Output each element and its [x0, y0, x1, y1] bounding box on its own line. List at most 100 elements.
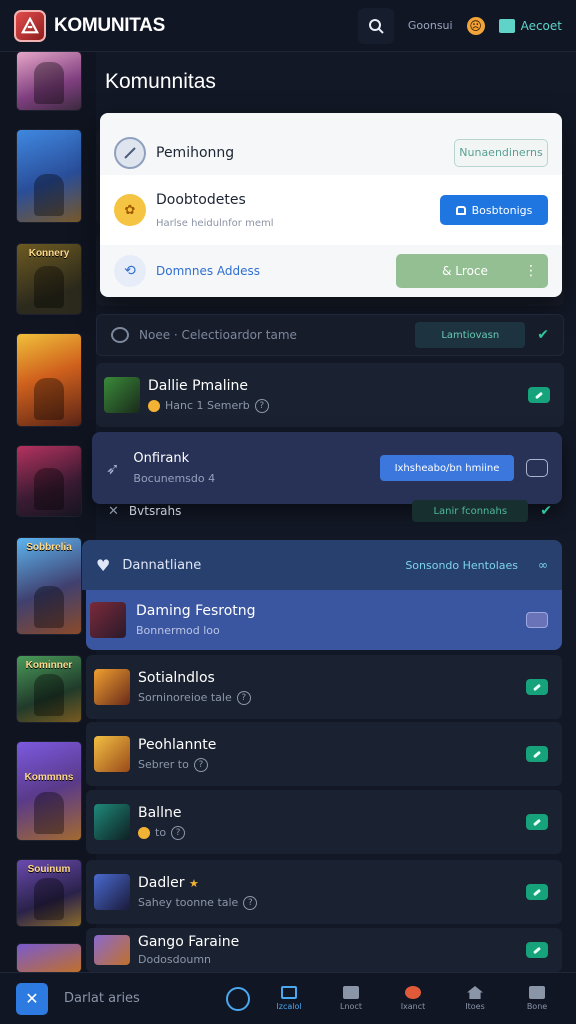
bottom-search[interactable]: Darlat aries: [64, 991, 140, 1006]
info-icon: ?: [171, 825, 186, 840]
account-label: Aecoet: [520, 18, 562, 33]
game-thumbnail[interactable]: Souinum: [17, 860, 81, 926]
list-item-subtitle: Bonnermod loo: [136, 624, 220, 637]
list-item[interactable]: Peohlannte Sebrer to?: [86, 722, 562, 786]
nav-item-izcalol[interactable]: Izcalol: [266, 986, 312, 1011]
search-button[interactable]: [357, 7, 394, 44]
send-icon: ➶: [106, 458, 120, 478]
dropdown-toggle[interactable]: [526, 459, 548, 477]
extra-row-button[interactable]: Lanir fconnahs: [412, 500, 529, 522]
app-logo-icon[interactable]: [14, 9, 46, 42]
panel-action-button[interactable]: Nunaendinerns: [454, 138, 548, 167]
apps-icon[interactable]: ✕: [16, 982, 48, 1015]
list-item-title: Daming Fesrotng: [136, 603, 256, 619]
panel-item-title: Domnnes Addess: [156, 264, 261, 278]
list-item[interactable]: Dadler ★ Sahey toonne tale?: [86, 860, 562, 924]
game-thumbnail[interactable]: Konnery: [17, 244, 81, 314]
game-thumbnail[interactable]: Kominner: [17, 656, 81, 722]
game-icon: [104, 377, 140, 413]
options-panel: Pemihonng Nunaendinerns ✿ Doobtodetes Ha…: [100, 113, 562, 297]
nav-label: Bone: [526, 1002, 548, 1011]
game-icon: [94, 874, 130, 910]
game-thumbnail[interactable]: [17, 130, 81, 222]
infinity-icon[interactable]: ∞: [538, 558, 548, 572]
list-item-subtitle: Sorninoreioe tale: [138, 691, 232, 704]
panel-item-subtitle: Harlse heidulnfor meml: [156, 217, 274, 229]
check-icon[interactable]: ✔: [537, 327, 549, 343]
game-icon: [90, 602, 126, 638]
list-item[interactable]: Ballne to?: [86, 790, 562, 854]
popup-subtitle: Bocunemsdo 4: [133, 472, 216, 485]
section-header[interactable]: ♥ Dannatliane Sonsondo Hentolaes ∞: [82, 540, 562, 590]
nav-item-itoes[interactable]: Itoes: [452, 986, 498, 1011]
edit-badge[interactable]: [528, 387, 550, 403]
edit-badge[interactable]: [526, 612, 548, 628]
panel-item-pemihonng[interactable]: Pemihonng Nunaendinerns: [100, 125, 562, 181]
more-vertical-icon[interactable]: ⋮: [524, 263, 538, 279]
edit-badge[interactable]: [526, 746, 548, 762]
store-icon: [529, 986, 545, 999]
check-icon[interactable]: ✔: [540, 503, 552, 519]
panel-item-domnnes[interactable]: ⟲ Domnnes Addess & Lroce ⋮: [100, 245, 562, 297]
panel-item-title: Pemihonng: [156, 144, 235, 161]
nav-item-ixanct[interactable]: Ixanct: [390, 986, 436, 1011]
list-item[interactable]: Dallie Pmaline Hanc 1 Semerb?: [96, 363, 564, 427]
info-icon: ?: [243, 895, 258, 910]
lock-icon: [455, 205, 466, 215]
info-icon: ?: [254, 398, 269, 413]
game-thumbnail[interactable]: [17, 944, 81, 972]
filter-label: Noee · Celectioardor tame: [139, 328, 297, 342]
chart-icon: [343, 986, 359, 999]
edit-badge[interactable]: [526, 884, 548, 900]
game-icon: [94, 669, 130, 705]
panel-secondary-button[interactable]: & Lroce ⋮: [396, 254, 548, 288]
mail-icon: [498, 18, 515, 33]
list-item-title: Dallie Pmaline: [148, 377, 249, 394]
game-thumbnail[interactable]: Sobbrelia: [17, 538, 81, 634]
list-item-title: Peohlannte: [138, 736, 217, 753]
emoji-icon[interactable]: ☹: [466, 16, 485, 35]
nav-item-bone[interactable]: Bone: [514, 986, 560, 1011]
game-thumbnail[interactable]: [17, 446, 81, 516]
section-link[interactable]: Sonsondo Hentolaes: [405, 559, 518, 572]
account-button[interactable]: Aecoet: [498, 18, 562, 33]
edit-badge[interactable]: [526, 679, 548, 695]
close-icon: ✕: [108, 503, 119, 519]
filter-button[interactable]: Lamtiovasn: [415, 322, 526, 348]
monitor-icon: [281, 986, 297, 999]
nav-label: Itoes: [465, 1002, 485, 1011]
home-icon: [467, 986, 483, 999]
list-item[interactable]: Sotialndlos Sorninoreioe tale?: [86, 655, 562, 719]
list-item-title: Ballne: [138, 804, 182, 821]
globe-icon[interactable]: [226, 986, 250, 1011]
panel-secondary-label: & Lroce: [442, 264, 488, 278]
section-title: Dannatliane: [122, 557, 202, 573]
edit-badge[interactable]: [526, 814, 548, 830]
list-item-title: Dadler: [138, 874, 185, 891]
filter-bar: Noee · Celectioardor tame Lamtiovasn ✔: [96, 314, 564, 356]
game-thumbnail[interactable]: [17, 52, 81, 110]
list-item-subtitle: Dodosdoumn: [138, 953, 212, 966]
status-indicator[interactable]: Goonsui: [408, 19, 453, 32]
nav-item-lnoct[interactable]: Lnoct: [328, 986, 374, 1011]
heart-icon: ♥: [96, 555, 111, 575]
game-icon: [94, 736, 130, 772]
edit-badge[interactable]: [526, 942, 548, 958]
panel-item-doobtodetes[interactable]: ✿ Doobtodetes Harlse heidulnfor meml Bos…: [100, 175, 562, 245]
list-item[interactable]: Gango Faraine Dodosdoumn: [86, 928, 562, 972]
game-thumbnail[interactable]: [17, 334, 81, 426]
selected-list-item[interactable]: Daming Fesrotng Bonnermod loo: [86, 590, 562, 650]
panel-item-title: Doobtodetes: [156, 191, 246, 208]
chat-icon: [111, 327, 129, 343]
extra-row[interactable]: ✕ Bvtsrahs Lanir fconnahs ✔: [96, 494, 564, 528]
list-item-title-wrap: Dadler ★: [138, 875, 257, 891]
game-thumbnail[interactable]: Kommnns: [17, 742, 81, 840]
panel-primary-button[interactable]: Bosbtonigs: [440, 195, 548, 225]
compass-icon: [114, 136, 146, 169]
nav-label: Izcalol: [276, 1002, 302, 1011]
list-item-subtitle: to: [155, 826, 167, 839]
list-item-subtitle: Sebrer to: [138, 758, 189, 771]
game-icon: [94, 935, 130, 965]
popup-action-button[interactable]: Ixhsheabo/bn hmiine: [380, 455, 514, 481]
list-item-subtitle: Hanc 1 Semerb: [165, 399, 250, 412]
